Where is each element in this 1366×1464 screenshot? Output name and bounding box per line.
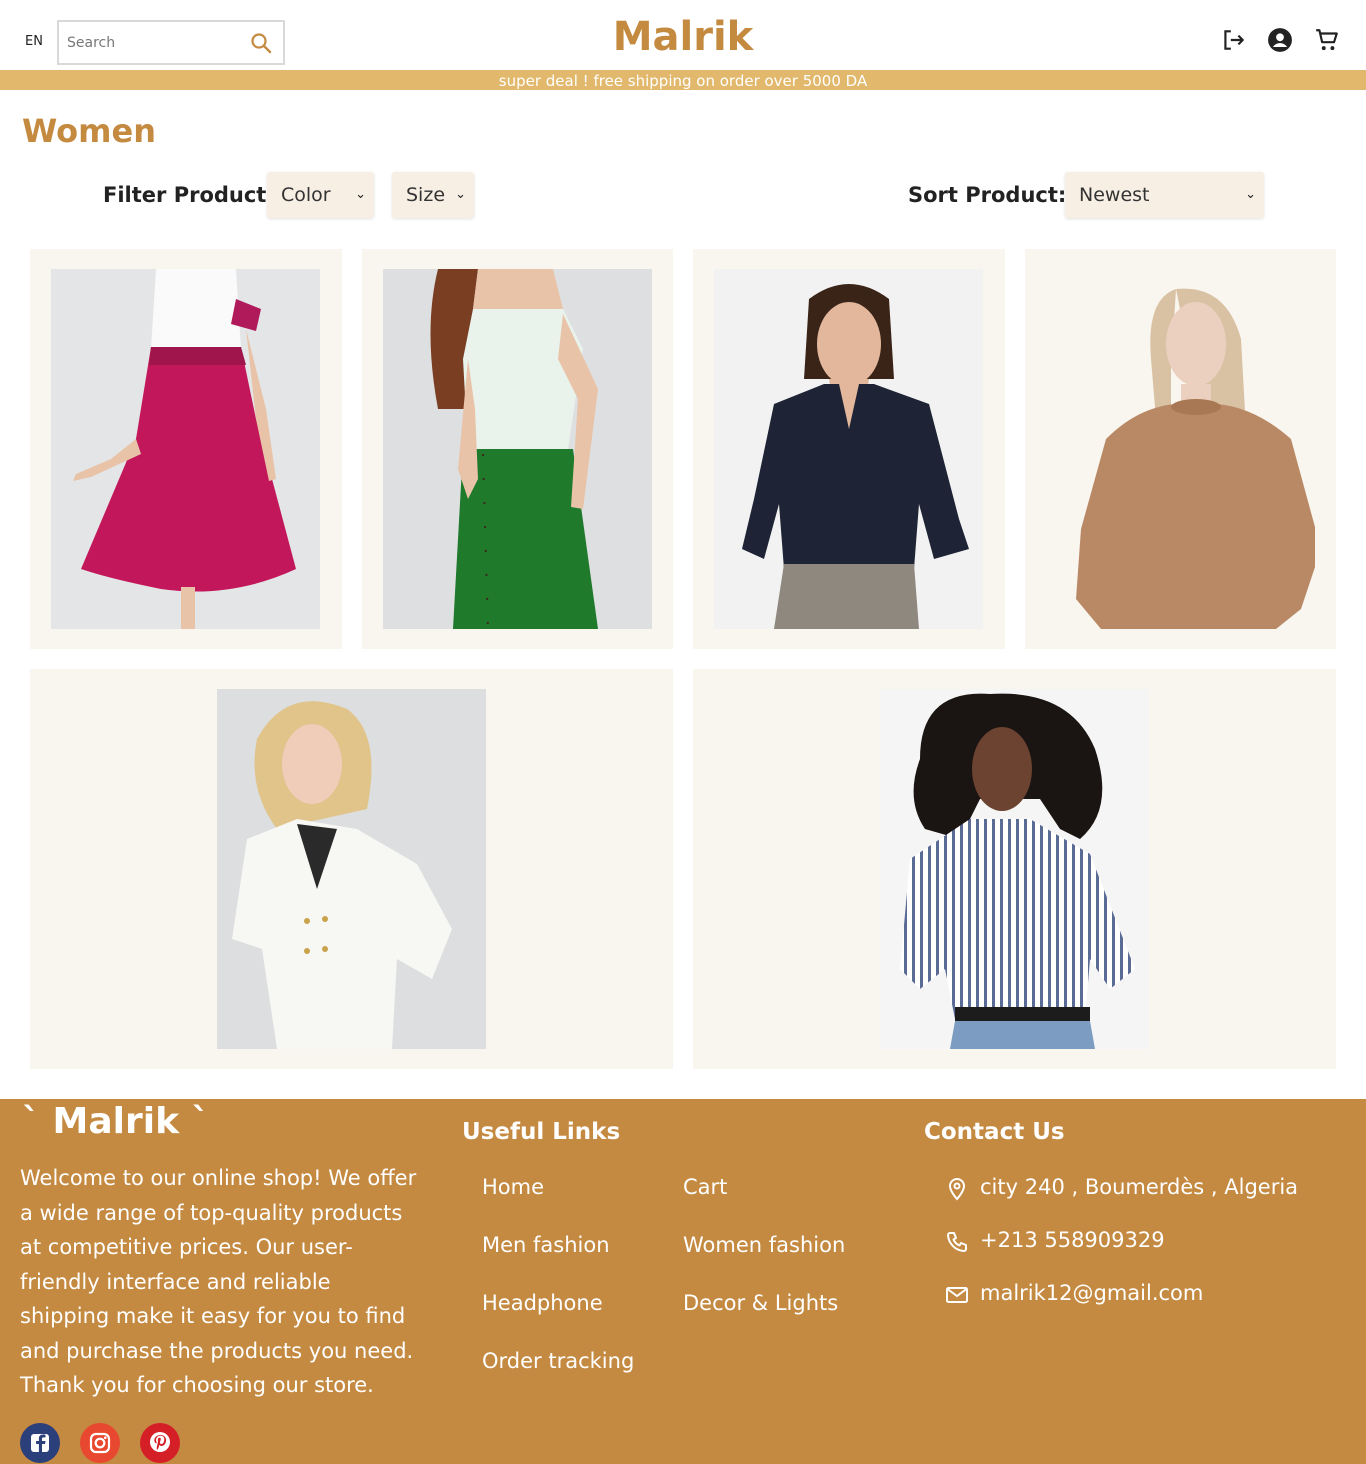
product-card[interactable] <box>693 669 1336 1069</box>
footer-link-headphone[interactable]: Headphone <box>482 1291 603 1315</box>
product-image[interactable] <box>217 689 486 1049</box>
sort-select[interactable]: Newest ⌄ <box>1065 172 1264 218</box>
pinterest-icon[interactable] <box>140 1423 180 1463</box>
account-icon[interactable] <box>1267 27 1293 53</box>
promo-banner: super deal ! free shipping on order over… <box>0 70 1366 90</box>
size-filter-select[interactable]: Size ⌄ <box>392 172 474 218</box>
product-image[interactable] <box>880 689 1149 1049</box>
product-image[interactable] <box>51 269 320 629</box>
product-card[interactable] <box>1025 249 1336 649</box>
product-card[interactable] <box>30 669 673 1069</box>
site-footer: ` Malrik ` Welcome to our online shop! W… <box>0 1099 1366 1464</box>
email-text[interactable]: malrik12@gmail.com <box>980 1281 1203 1305</box>
sort-label: Sort Product: <box>908 183 1067 207</box>
product-card[interactable] <box>362 249 673 649</box>
product-image[interactable] <box>1046 269 1315 629</box>
footer-about-text: Welcome to our online shop! We offer a w… <box>20 1166 417 1397</box>
footer-link-order-tracking[interactable]: Order tracking <box>482 1349 634 1373</box>
contact-heading: Contact Us <box>924 1119 1065 1145</box>
footer-link-men-fashion[interactable]: Men fashion <box>482 1233 610 1257</box>
mail-icon <box>945 1283 969 1307</box>
chevron-down-icon: ⌄ <box>355 187 366 202</box>
sort-value: Newest <box>1079 184 1150 206</box>
product-card[interactable] <box>30 249 342 649</box>
chevron-down-icon: ⌄ <box>455 187 466 202</box>
page-title: Women <box>22 112 156 150</box>
footer-link-home[interactable]: Home <box>482 1175 544 1199</box>
footer-logo: ` Malrik ` <box>22 1101 210 1142</box>
product-image[interactable] <box>714 269 983 629</box>
footer-link-women-fashion[interactable]: Women fashion <box>683 1233 845 1257</box>
useful-links-heading: Useful Links <box>462 1119 621 1145</box>
footer-link-cart[interactable]: Cart <box>683 1175 727 1199</box>
filter-label: Filter Product: <box>103 183 275 207</box>
site-header: EN Malrik <box>0 0 1366 70</box>
chevron-down-icon: ⌄ <box>1245 187 1256 202</box>
search-input[interactable] <box>67 32 237 54</box>
color-filter-select[interactable]: Color ⌄ <box>267 172 374 218</box>
search-box <box>57 20 285 65</box>
footer-link-decor-lights[interactable]: Decor & Lights <box>683 1291 838 1315</box>
language-selector[interactable]: EN <box>25 34 43 49</box>
search-icon[interactable] <box>249 31 273 55</box>
cart-icon[interactable] <box>1314 27 1340 53</box>
product-card[interactable] <box>693 249 1005 649</box>
product-image[interactable] <box>383 269 652 629</box>
phone-icon <box>945 1230 969 1254</box>
logout-icon[interactable] <box>1220 27 1246 53</box>
size-filter-value: Size <box>406 184 446 206</box>
facebook-icon[interactable] <box>20 1423 60 1463</box>
address-text: city 240 , Boumerdès , Algeria <box>980 1175 1299 1199</box>
phone-text[interactable]: +213 558909329 <box>980 1228 1165 1252</box>
color-filter-value: Color <box>281 184 331 206</box>
instagram-icon[interactable] <box>80 1423 120 1463</box>
location-pin-icon <box>945 1177 969 1201</box>
